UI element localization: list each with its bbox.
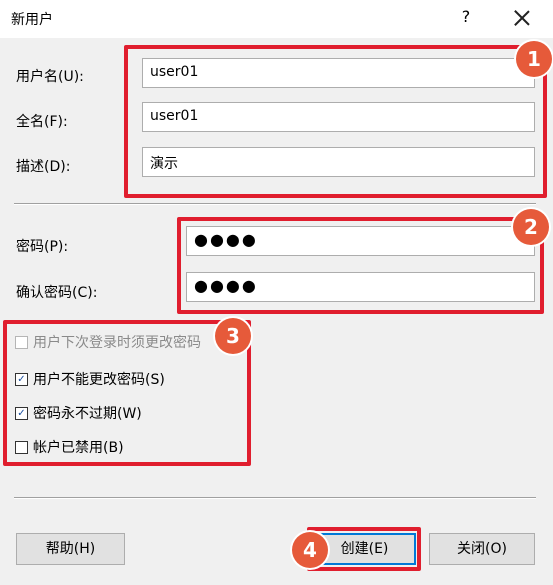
separator-bottom bbox=[14, 497, 536, 499]
highlight-box-2 bbox=[177, 217, 544, 314]
annotation-badge-1: 1 bbox=[516, 41, 552, 77]
password-label: 密码(P): bbox=[16, 239, 69, 255]
help-button[interactable]: 帮助(H) bbox=[16, 533, 125, 565]
description-label: 描述(D): bbox=[16, 159, 71, 175]
highlight-box-3 bbox=[3, 320, 251, 466]
title-bar: 新用户 ? bbox=[0, 0, 553, 38]
annotation-badge-3: 3 bbox=[215, 318, 251, 354]
username-label: 用户名(U): bbox=[16, 69, 84, 85]
help-icon[interactable]: ? bbox=[456, 7, 476, 29]
confirm-password-label: 确认密码(C): bbox=[16, 285, 98, 301]
window-title: 新用户 bbox=[11, 12, 53, 28]
fullname-label: 全名(F): bbox=[16, 114, 68, 130]
separator-top bbox=[14, 203, 536, 205]
close-button[interactable]: 关闭(O) bbox=[429, 533, 535, 565]
annotation-badge-4: 4 bbox=[292, 532, 328, 568]
annotation-badge-2: 2 bbox=[513, 209, 549, 245]
highlight-box-1 bbox=[124, 45, 547, 198]
close-icon[interactable] bbox=[508, 4, 536, 32]
